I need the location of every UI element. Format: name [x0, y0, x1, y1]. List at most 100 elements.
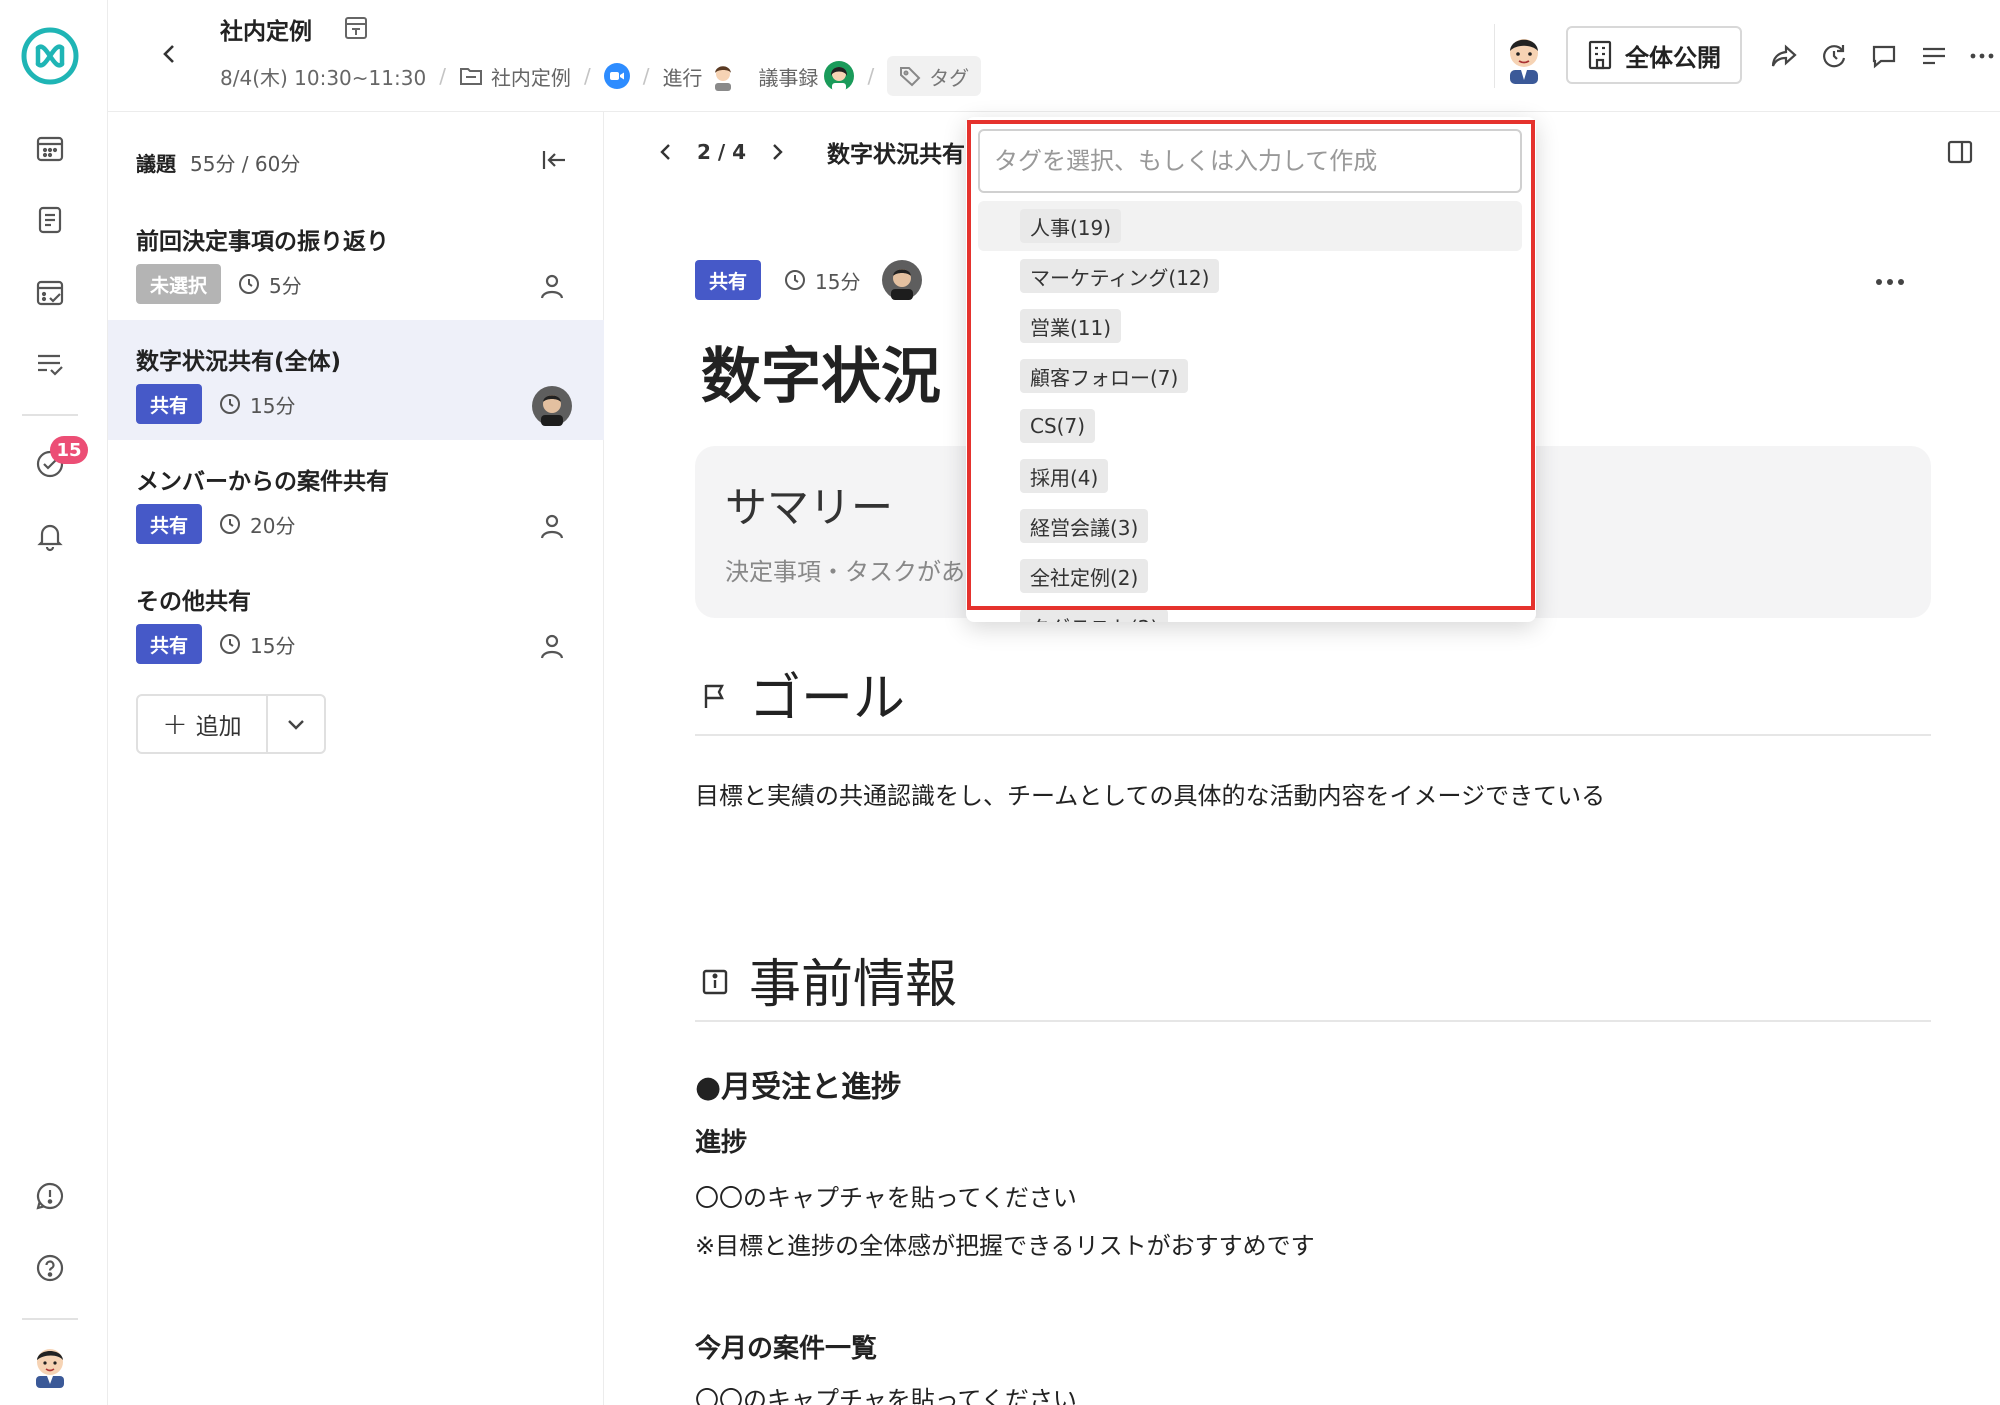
add-agenda-button[interactable]: + 追加 [138, 696, 268, 752]
tag-button-label: タグ [929, 65, 970, 90]
prior-info-section-header: 事前情報 [695, 942, 1931, 1022]
agenda-item-title: その他共有 [136, 589, 251, 615]
template-icon[interactable] [342, 14, 372, 44]
presenter-avatar[interactable] [882, 260, 923, 300]
status-badge[interactable]: 共有 [695, 260, 762, 300]
collapse-left-icon[interactable] [536, 142, 572, 178]
status-badge[interactable]: 共有 [136, 624, 203, 664]
calendar-icon[interactable] [30, 128, 70, 168]
meeting-header: 社内定例 8/4(木) 10:30~11:30 / 社内定例 / / 進行 議事… [108, 0, 2000, 112]
status-badge[interactable]: 共有 [136, 504, 203, 544]
agenda-item[interactable]: メンバーからの案件共有 共有 20分 [108, 440, 604, 560]
duration-text: 15分 [815, 269, 861, 294]
tag-option[interactable]: 採用(4) [978, 451, 1522, 501]
chevron-right-icon[interactable] [766, 141, 788, 163]
minutes-label: 議事録 [758, 65, 819, 90]
agenda-meta: 共有 15分 [695, 258, 923, 302]
share-icon[interactable] [1764, 36, 1804, 76]
goal-text[interactable]: 目標と実績の共通認識をし、チームとしての具体的な活動内容をイメージできている [695, 776, 1605, 811]
meeting-meta: 8/4(木) 10:30~11:30 / 社内定例 / / 進行 議事録 / タ… [220, 56, 982, 96]
tag-option[interactable]: タグテスト(2) [978, 601, 1522, 622]
tag-option[interactable]: 顧客フォロー(7) [978, 351, 1522, 401]
building-icon [1588, 40, 1612, 70]
facilitator-avatar[interactable] [708, 61, 739, 91]
agenda-pager: 2 / 4 [655, 130, 788, 174]
tag-search-input[interactable] [978, 129, 1522, 193]
tag-option[interactable]: 経営会議(3) [978, 501, 1522, 551]
publish-scope-label: 全体公開 [1625, 43, 1721, 72]
chevron-down-icon[interactable] [268, 696, 324, 752]
list-icon[interactable] [1914, 36, 1954, 76]
zoom-icon[interactable] [603, 63, 630, 89]
agenda-duration[interactable]: 15分 [783, 266, 860, 295]
owner-avatar[interactable] [1496, 28, 1552, 84]
app-logo-icon[interactable] [20, 26, 80, 86]
agenda-title[interactable]: 数字状況 [701, 328, 941, 415]
tag-chip: 経営会議(3) [1020, 509, 1149, 543]
summary-placeholder[interactable]: 決定事項・タスクがあ [725, 552, 965, 587]
split-view-icon[interactable] [1942, 134, 1978, 170]
status-badge[interactable]: 共有 [136, 384, 203, 424]
tag-dropdown: 人事(19) マーケティング(12) 営業(11) 顧客フォロー(7) CS(7… [966, 117, 1536, 622]
bell-icon[interactable] [30, 516, 70, 556]
duration-text: 5分 [269, 273, 302, 298]
tag-icon [900, 67, 921, 87]
prior-line-2[interactable]: ※目標と進捗の全体感が把握できるリストがおすすめです [695, 1226, 1315, 1261]
user-avatar-icon[interactable] [26, 1340, 74, 1388]
comment-icon[interactable] [1864, 36, 1904, 76]
person-icon[interactable] [532, 506, 572, 546]
agenda-item-duration: 5分 [237, 270, 302, 299]
cases-label[interactable]: 今月の案件一覧 [695, 1328, 877, 1365]
help-icon[interactable] [30, 1248, 70, 1288]
agenda-item-duration: 20分 [218, 510, 295, 539]
chevron-left-icon[interactable] [150, 34, 190, 74]
progress-label[interactable]: 進捗 [695, 1122, 747, 1159]
clock-icon [220, 514, 241, 534]
history-icon[interactable] [1814, 36, 1854, 76]
rail-divider [22, 414, 78, 416]
calendar-check-icon[interactable] [30, 272, 70, 312]
tag-option[interactable]: 全社定例(2) [978, 551, 1522, 601]
tag-chip: タグテスト(2) [1020, 609, 1169, 622]
publish-scope-button[interactable]: 全体公開 [1566, 26, 1742, 84]
document-icon[interactable] [30, 200, 70, 240]
tag-button[interactable]: タグ [887, 56, 982, 96]
presenter-avatar[interactable] [532, 386, 572, 426]
person-icon[interactable] [532, 266, 572, 306]
agenda-item[interactable]: その他共有 共有 15分 [108, 560, 604, 680]
clock-icon [220, 394, 241, 414]
person-icon[interactable] [532, 626, 572, 666]
tag-option[interactable]: 営業(11) [978, 301, 1522, 351]
clock-icon [785, 270, 806, 290]
agenda-time-summary: 55分 / 60分 [190, 152, 301, 176]
prior-subheading[interactable]: ●月受注と進捗 [695, 1062, 901, 1106]
status-badge[interactable]: 未選択 [136, 264, 222, 304]
chevron-left-icon[interactable] [655, 141, 677, 163]
alert-icon[interactable] [30, 1176, 70, 1216]
more-icon[interactable] [1868, 262, 1912, 302]
minutes-taker-avatar[interactable] [824, 61, 855, 91]
agenda-item-duration: 15分 [218, 390, 295, 419]
meeting-datetime[interactable]: 8/4(木) 10:30~11:30 [220, 62, 426, 91]
checklist-icon[interactable] [30, 344, 70, 384]
agenda-item-title: 数字状況共有(全体) [136, 349, 342, 375]
meeting-title[interactable]: 社内定例 [220, 12, 312, 46]
agenda-panel: 議題 55分 / 60分 前回決定事項の振り返り 未選択 5分 数字状況共有(全体… [108, 112, 604, 1405]
info-icon [695, 962, 735, 1002]
tag-chip: 営業(11) [1020, 309, 1122, 343]
task-count-badge: 15 [50, 436, 88, 464]
agenda-item[interactable]: 前回決定事項の振り返り 未選択 5分 [108, 200, 604, 320]
add-agenda-group: + 追加 [136, 694, 326, 754]
more-icon[interactable] [1962, 36, 2000, 76]
header-divider [1494, 24, 1495, 88]
prior-line-3[interactable]: 〇〇のキャプチャを貼ってください [695, 1380, 1077, 1405]
facilitator-label: 進行 [662, 65, 703, 90]
tag-option[interactable]: マーケティング(12) [978, 251, 1522, 301]
agenda-item[interactable]: 数字状況共有(全体) 共有 15分 [108, 320, 604, 440]
plus-icon: + [162, 706, 188, 742]
prior-line-1[interactable]: 〇〇のキャプチャを貼ってください [695, 1178, 1077, 1213]
tag-option[interactable]: 人事(19) [978, 201, 1522, 251]
meeting-folder[interactable]: 社内定例 [491, 62, 571, 91]
duration-text: 15分 [250, 393, 296, 418]
tag-option[interactable]: CS(7) [978, 401, 1522, 451]
